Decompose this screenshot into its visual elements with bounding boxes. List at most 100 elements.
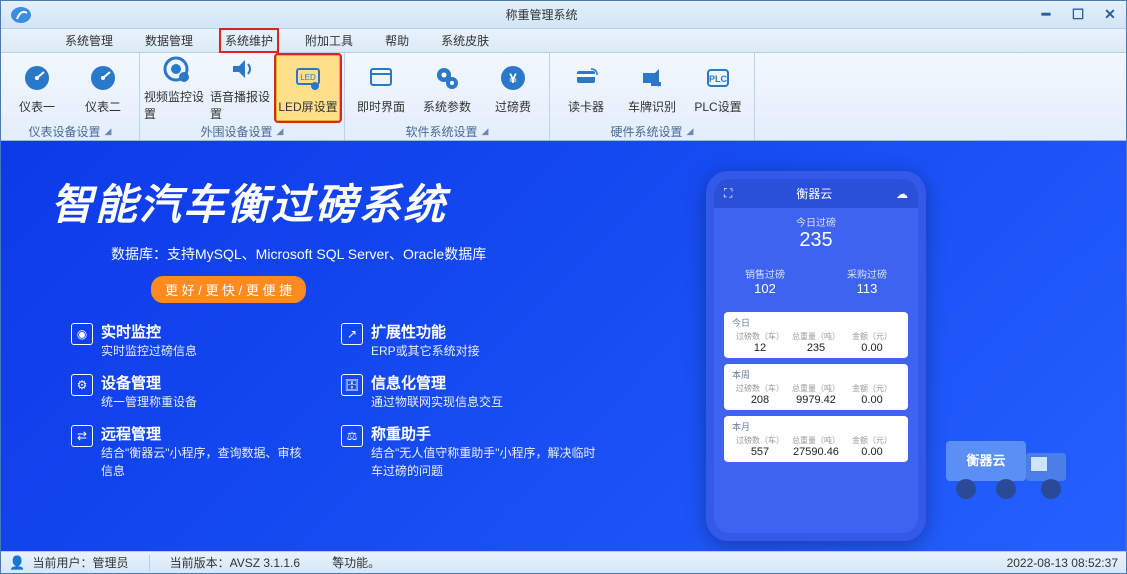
menu-item-2[interactable]: 系统维护 xyxy=(221,30,277,51)
menu-item-4[interactable]: 帮助 xyxy=(381,30,413,51)
feature-item: ⇄远程管理结合"衡器云"小程序，查询数据、审核信息 xyxy=(71,423,311,480)
ribbon-btn-label: 语音播报设置 xyxy=(210,88,274,122)
feature-item: ⚙ 设备管理统一管理称重设备 xyxy=(71,372,311,411)
ribbon-group-title: 软件系统设置◢ xyxy=(349,121,545,142)
phone-sales-label: 销售过磅 xyxy=(745,266,785,281)
expand-arrow-icon[interactable]: ◢ xyxy=(687,126,694,137)
card-col-label: 总重量（吨） xyxy=(788,435,844,446)
card-col-label: 过磅数（车） xyxy=(732,331,788,342)
ribbon-btn-money[interactable]: ¥过磅费 xyxy=(481,55,545,121)
card-col-value: 0.00 xyxy=(844,394,900,406)
truck-label: 衡器云 xyxy=(966,453,1005,468)
feature-icon: ⚖ xyxy=(341,425,363,447)
ribbon-btn-label: 仪表一 xyxy=(19,98,55,115)
ribbon-group-3: 读卡器车牌识别PLCPLC设置硬件系统设置◢ xyxy=(550,53,755,140)
maximize-button[interactable]: ☐ xyxy=(1068,7,1088,23)
ribbon-btn-led-screen[interactable]: LEDLED屏设置 xyxy=(276,55,340,121)
menu-item-0[interactable]: 系统管理 xyxy=(61,30,117,51)
ribbon-btn-label: 视频监控设置 xyxy=(144,88,208,122)
feature-title: 信息化管理 xyxy=(371,372,503,393)
card-col-value: 27590.46 xyxy=(788,446,844,458)
phone-mockup: ⛶ 衡器云 ☁ 今日过磅 235 销售过磅 102 采购过磅 113 今日过磅数… xyxy=(706,171,926,541)
ribbon-btn-gears[interactable]: 系统参数 xyxy=(415,55,479,121)
card-col-label: 过磅数（车） xyxy=(732,383,788,394)
status-datetime: 2022-08-13 08:52:37 xyxy=(1007,556,1118,570)
speaker-icon xyxy=(226,54,258,84)
card-col-value: 0.00 xyxy=(844,446,900,458)
app-logo xyxy=(7,4,47,26)
gauge-icon xyxy=(87,62,119,94)
expand-arrow-icon[interactable]: ◢ xyxy=(105,126,112,137)
card-col-label: 总重量（吨） xyxy=(788,331,844,342)
ribbon-btn-camera-gear[interactable]: 视频监控设置 xyxy=(144,55,208,121)
phone-card: 今日过磅数（车）12总重量（吨）235金额（元）0.00 xyxy=(724,312,908,358)
phone-today-label: 今日过磅 xyxy=(714,214,918,229)
content-area: 智能汽车衡过磅系统 数据库：支持MySQL、Microsoft SQL Serv… xyxy=(1,141,1126,551)
ribbon-btn-window[interactable]: 即时界面 xyxy=(349,55,413,121)
ribbon-btn-card-reader[interactable]: 读卡器 xyxy=(554,55,618,121)
phone-today-stat: 今日过磅 235 xyxy=(714,208,918,262)
feature-item: 🗄信息化管理通过物联网实现信息交互 xyxy=(341,372,601,411)
ribbon-group-title: 仪表设备设置◢ xyxy=(5,121,135,142)
ribbon-btn-label: 即时界面 xyxy=(357,98,405,115)
feature-icon: 🗄 xyxy=(341,374,363,396)
ribbon-group-2: 即时界面系统参数¥过磅费软件系统设置◢ xyxy=(345,53,550,140)
camera-icon xyxy=(636,62,668,94)
status-version: 当前版本：AVSZ 3.1.1.6 xyxy=(170,554,301,571)
feature-icon: ⚙ xyxy=(71,374,93,396)
feature-desc: ERP或其它系统对接 xyxy=(371,342,480,360)
window-icon xyxy=(365,62,397,94)
ribbon-btn-plc[interactable]: PLC PLC设置 xyxy=(686,55,750,121)
close-button[interactable]: ✕ xyxy=(1100,7,1120,23)
card-col-value: 0.00 xyxy=(844,342,900,354)
ribbon-group-title: 外围设备设置◢ xyxy=(144,121,340,142)
svg-text:PLC: PLC xyxy=(709,74,728,84)
feature-item: ⚖称重助手结合"无人值守称重助手"小程序，解决临时车过磅的问题 xyxy=(341,423,601,480)
card-col-label: 金额（元） xyxy=(844,331,900,342)
feature-icon: ◉ xyxy=(71,323,93,345)
status-version-value: AVSZ 3.1.1.6 xyxy=(230,556,300,570)
menu-item-3[interactable]: 附加工具 xyxy=(301,30,357,51)
money-icon: ¥ xyxy=(497,62,529,94)
menu-item-5[interactable]: 系统皮肤 xyxy=(437,30,493,51)
ribbon-btn-speaker[interactable]: 语音播报设置 xyxy=(210,55,274,121)
status-user-prefix: 当前用户： xyxy=(33,556,93,570)
expand-arrow-icon[interactable]: ◢ xyxy=(482,126,489,137)
phone-purchase-label: 采购过磅 xyxy=(847,266,887,281)
feature-item: ↗扩展性功能ERP或其它系统对接 xyxy=(341,321,601,360)
ribbon-group-1: 视频监控设置语音播报设置LEDLED屏设置外围设备设置◢ xyxy=(140,53,345,140)
ribbon-btn-gauge[interactable]: 仪表二 xyxy=(71,55,135,121)
ribbon-group-0: 仪表一 仪表二仪表设备设置◢ xyxy=(1,53,140,140)
ribbon-btn-label: PLC设置 xyxy=(694,98,741,115)
window-controls: ━ ☐ ✕ xyxy=(1036,7,1120,23)
card-col-value: 9979.42 xyxy=(788,394,844,406)
camera-gear-icon xyxy=(160,54,192,84)
card-col-label: 金额（元） xyxy=(844,435,900,446)
feature-desc: 实时监控过磅信息 xyxy=(101,342,197,360)
status-extra: ْ等功能。 xyxy=(332,554,380,571)
phone-header-title: 衡器云 xyxy=(796,185,832,202)
hero-subtitle: 数据库：支持MySQL、Microsoft SQL Server、Oracle数… xyxy=(111,244,1076,264)
phone-card: 本周过磅数（车）208总重量（吨）9979.42金额（元）0.00 xyxy=(724,364,908,410)
ribbon-btn-gauge[interactable]: 仪表一 xyxy=(5,55,69,121)
led-screen-icon: LED xyxy=(292,62,324,94)
feature-title: 远程管理 xyxy=(101,423,311,444)
status-version-prefix: 当前版本： xyxy=(170,556,230,570)
feature-title: 设备管理 xyxy=(101,372,197,393)
hero-badge: 更 好 / 更 快 / 更 便 捷 xyxy=(151,276,306,303)
feature-desc: 统一管理称重设备 xyxy=(101,393,197,411)
window-title: 称重管理系统 xyxy=(47,6,1036,23)
plc-icon: PLC xyxy=(702,62,734,94)
gears-icon xyxy=(431,62,463,94)
truck-graphic: 衡器云 xyxy=(936,411,1096,511)
ribbon-btn-camera[interactable]: 车牌识别 xyxy=(620,55,684,121)
titlebar: 称重管理系统 ━ ☐ ✕ xyxy=(1,1,1126,29)
feature-desc: 结合"衡器云"小程序，查询数据、审核信息 xyxy=(101,444,311,480)
ribbon-btn-label: 车牌识别 xyxy=(628,98,676,115)
ribbon-btn-label: 仪表二 xyxy=(85,98,121,115)
expand-arrow-icon[interactable]: ◢ xyxy=(277,126,284,137)
menu-item-1[interactable]: 数据管理 xyxy=(141,30,197,51)
menubar: 系统管理 数据管理 系统维护 附加工具 帮助 系统皮肤 xyxy=(1,29,1126,53)
minimize-button[interactable]: ━ xyxy=(1036,7,1056,23)
scan-icon: ⛶ xyxy=(724,186,732,201)
